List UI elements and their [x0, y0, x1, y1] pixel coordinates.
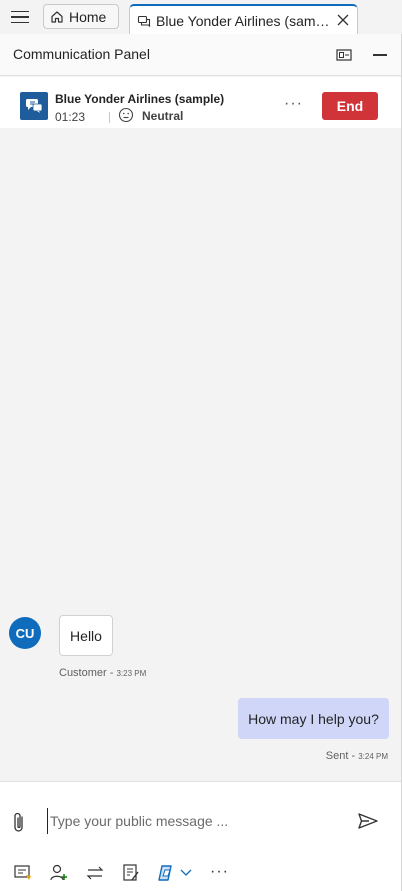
- sentiment-label: Neutral: [142, 109, 184, 123]
- panel-header: Communication Panel: [0, 34, 401, 76]
- tab-session-label: Blue Yonder Airlines (sample): [156, 12, 331, 29]
- close-icon[interactable]: [336, 13, 350, 27]
- avatar: CU: [9, 617, 41, 649]
- compose-toolbar: ···: [0, 862, 401, 884]
- quick-replies-icon: [14, 865, 31, 880]
- message-meta-incoming: Customer - 3:23 PM: [59, 667, 146, 679]
- chat-channel-icon: [20, 92, 48, 120]
- message-time: 3:24 PM: [358, 752, 388, 761]
- copilot-dropdown[interactable]: [177, 862, 195, 884]
- consult-icon: [50, 864, 67, 881]
- message-bubble-incoming: Hello: [59, 615, 113, 656]
- tab-home-label: Home: [69, 8, 107, 25]
- communication-app: Home Blue Yonder Airlines (sample) Commu…: [0, 0, 402, 891]
- hamburger-icon[interactable]: [11, 7, 31, 27]
- paperclip-icon[interactable]: [10, 811, 28, 835]
- consult-button[interactable]: [48, 862, 70, 884]
- notes-button[interactable]: [120, 862, 142, 884]
- message-separator: -: [348, 750, 359, 762]
- message-author: Customer: [59, 667, 107, 679]
- popout-icon[interactable]: [336, 48, 352, 62]
- end-button[interactable]: End: [322, 92, 378, 120]
- transfer-icon: [86, 866, 104, 880]
- copilot-icon: [158, 865, 172, 881]
- chat-icon: [137, 15, 151, 27]
- message-input[interactable]: [47, 808, 337, 834]
- conversation-area[interactable]: CU Hello Customer - 3:23 PM How may I he…: [0, 128, 401, 781]
- compose-area: ···: [0, 781, 401, 891]
- message-status: Sent: [325, 750, 349, 762]
- minimize-icon: [373, 54, 387, 56]
- message-bubble-outgoing: How may I help you?: [238, 698, 389, 739]
- home-icon: [51, 10, 63, 23]
- message-time: 3:23 PM: [116, 669, 147, 678]
- send-icon[interactable]: [357, 812, 379, 830]
- transfer-button[interactable]: [84, 862, 106, 884]
- tab-bar: Home Blue Yonder Airlines (sample): [0, 0, 402, 35]
- session-divider: [109, 112, 110, 123]
- neutral-face-icon: [118, 107, 134, 123]
- session-timer: 01:23: [55, 110, 86, 124]
- message-separator: -: [106, 667, 117, 679]
- panel-title: Communication Panel: [13, 46, 150, 62]
- more-icon[interactable]: ···: [284, 95, 303, 113]
- copilot-button[interactable]: [155, 862, 177, 884]
- session-customer-name: Blue Yonder Airlines (sample): [55, 92, 225, 106]
- chevron-down-icon: [180, 869, 192, 876]
- session-card: Blue Yonder Airlines (sample) 01:23 Neut…: [0, 77, 401, 128]
- more-icon[interactable]: ···: [210, 862, 229, 882]
- message-meta-outgoing: Sent - 3:24 PM: [326, 750, 388, 762]
- tab-home[interactable]: Home: [43, 4, 119, 29]
- notes-icon: [123, 864, 139, 881]
- tab-session[interactable]: Blue Yonder Airlines (sample): [129, 4, 358, 35]
- quick-replies-button[interactable]: [12, 862, 34, 884]
